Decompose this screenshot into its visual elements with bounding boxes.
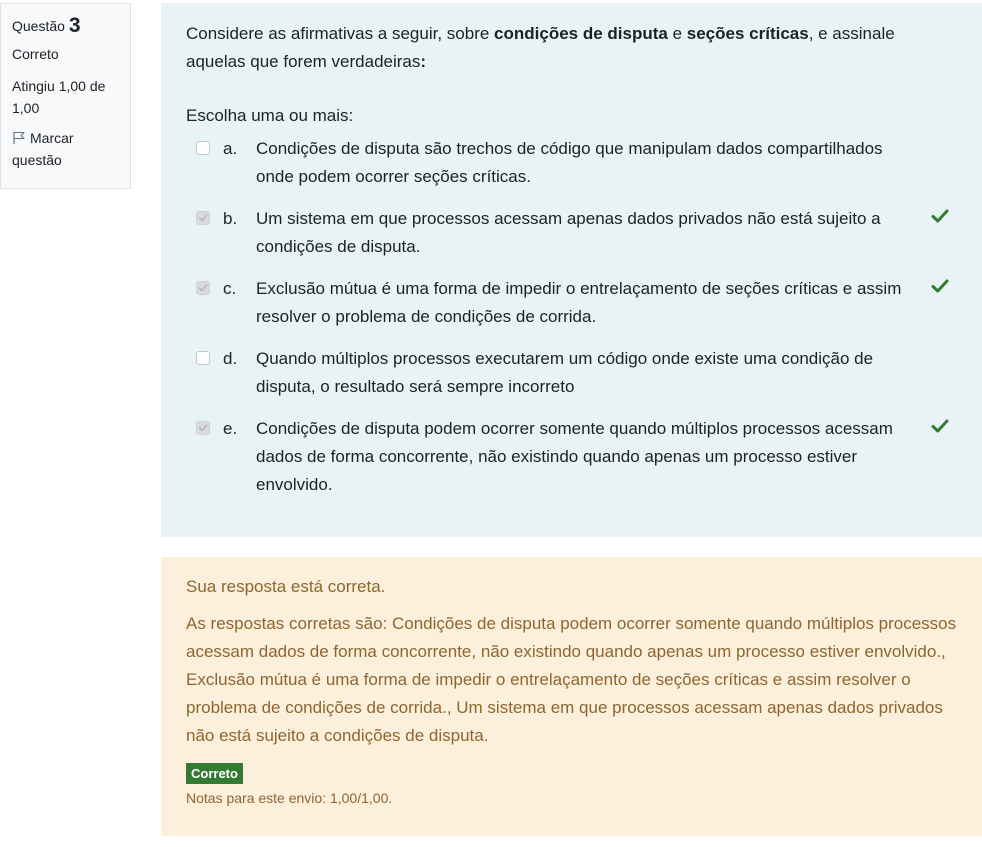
answer-text: Um sistema em que processos acessam apen… bbox=[256, 209, 881, 256]
question-outcome: Sua resposta está correta. As respostas … bbox=[161, 557, 982, 836]
question-label: Questão bbox=[12, 18, 65, 34]
check-icon bbox=[931, 415, 949, 443]
specific-feedback: Sua resposta está correta. bbox=[186, 577, 386, 596]
answer-option: c. Exclusão mútua é uma forma de impedir … bbox=[186, 275, 957, 331]
status-badge: Correto bbox=[186, 763, 243, 784]
question-number: Questão 3 bbox=[12, 14, 119, 37]
question-text-part: e bbox=[667, 24, 687, 43]
answer-letter: b. bbox=[223, 209, 238, 228]
answer-letter: a. bbox=[223, 139, 238, 158]
answer-letter: c. bbox=[223, 279, 237, 298]
question-text-bold: condições de disputa bbox=[494, 24, 668, 43]
flag-question-link[interactable]: Marcar questão bbox=[12, 127, 119, 171]
answer-text: Condições de disputa são trechos de códi… bbox=[256, 139, 883, 186]
answer-checkbox[interactable] bbox=[196, 141, 210, 155]
grading-details: Notas para este envio: 1,00/1,00. bbox=[186, 790, 393, 806]
answer-text: Condições de disputa podem ocorrer somen… bbox=[256, 419, 893, 494]
question-text-bold: seções críticas bbox=[686, 24, 809, 43]
checkbox-check-icon bbox=[198, 284, 208, 292]
answer-option: d. Quando múltiplos processos executarem … bbox=[186, 345, 957, 401]
question-state: Correto bbox=[12, 46, 59, 62]
checkbox-check-icon bbox=[198, 424, 208, 432]
question-text-bold: : bbox=[420, 52, 427, 71]
question-formulation: Considere as afirmativas a seguir, sobre… bbox=[161, 3, 982, 537]
answer-option: a. Condições de disputa são trechos de có… bbox=[186, 135, 957, 191]
answer-checkbox[interactable] bbox=[196, 211, 210, 225]
answer-text: Quando múltiplos processos executarem um… bbox=[256, 349, 874, 396]
check-icon bbox=[931, 275, 949, 303]
answer-checkbox[interactable] bbox=[196, 421, 210, 435]
answer-text: Exclusão mútua é uma forma de impedir o … bbox=[256, 279, 902, 326]
question-info-panel: Questão 3 Correto Atingiu 1,00 de 1,00 M… bbox=[0, 3, 131, 189]
answer-checkbox[interactable] bbox=[196, 281, 210, 295]
question-grade: Atingiu 1,00 de 1,00 bbox=[12, 78, 106, 116]
answer-checkbox[interactable] bbox=[196, 351, 210, 365]
answer-letter: d. bbox=[223, 349, 238, 368]
right-answer: As respostas corretas são: Condições de … bbox=[186, 614, 957, 745]
answer-letter: e. bbox=[223, 419, 238, 438]
question-text: Considere as afirmativas a seguir, sobre… bbox=[186, 20, 957, 76]
check-icon bbox=[931, 205, 949, 233]
answer-prompt: Escolha uma ou mais: bbox=[186, 106, 354, 125]
answer-list: a. Condições de disputa são trechos de có… bbox=[186, 135, 957, 499]
flag-icon bbox=[13, 131, 25, 144]
answer-option: b. Um sistema em que processos acessam ap… bbox=[186, 205, 957, 261]
question-number-value: 3 bbox=[68, 14, 81, 37]
checkbox-check-icon bbox=[198, 214, 208, 222]
answer-option: e. Condições de disputa podem ocorrer som… bbox=[186, 415, 957, 499]
question-text-part: Considere as afirmativas a seguir, sobre bbox=[186, 24, 495, 43]
